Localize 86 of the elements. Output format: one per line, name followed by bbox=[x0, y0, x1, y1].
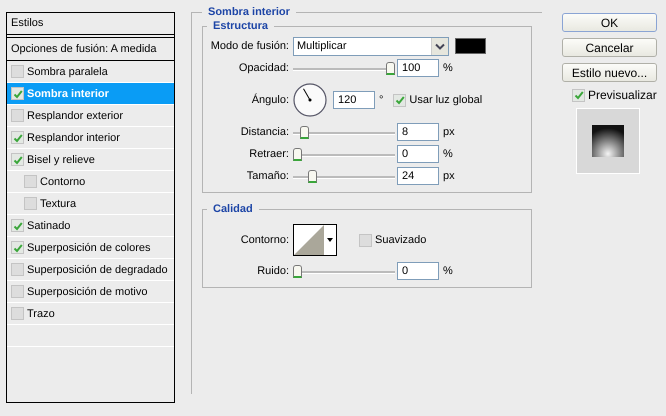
checkbox[interactable] bbox=[572, 88, 585, 102]
field-label: Ángulo: bbox=[250, 94, 290, 106]
slider[interactable] bbox=[293, 264, 395, 278]
checkbox[interactable] bbox=[393, 94, 406, 106]
caret-icon bbox=[326, 237, 334, 243]
style-label: Contorno bbox=[40, 176, 86, 188]
style-item[interactable]: Superposición de degradado bbox=[7, 259, 174, 281]
style-label: Bisel y relieve bbox=[27, 154, 95, 166]
checkbox-label: Previsualizar bbox=[588, 88, 657, 102]
field-label: Tamaño: bbox=[246, 170, 290, 182]
contour-curve-icon bbox=[294, 225, 324, 255]
unit-label: % bbox=[443, 265, 453, 277]
field-label: Modo de fusión: bbox=[210, 40, 290, 52]
checkbox[interactable] bbox=[11, 87, 24, 100]
slider[interactable] bbox=[293, 62, 395, 74]
checkbox[interactable] bbox=[11, 219, 24, 232]
field-label: Ruido: bbox=[256, 265, 290, 277]
checkbox[interactable] bbox=[359, 234, 372, 246]
style-item[interactable]: Contorno bbox=[7, 171, 174, 193]
style-label: Satinado bbox=[27, 220, 70, 232]
style-item[interactable]: Superposición de colores bbox=[7, 237, 174, 259]
checkbox[interactable] bbox=[24, 175, 37, 188]
section-title: Sombra interior bbox=[207, 6, 291, 18]
unit-label: ° bbox=[379, 94, 384, 106]
style-item[interactable]: Resplandor interior bbox=[7, 127, 174, 149]
checkbox[interactable] bbox=[11, 285, 24, 298]
input-field[interactable]: 120 bbox=[333, 91, 375, 109]
unit-label: % bbox=[443, 62, 453, 74]
checkbox[interactable] bbox=[11, 109, 24, 122]
slider[interactable] bbox=[293, 170, 395, 182]
color-swatch[interactable] bbox=[455, 38, 486, 54]
checkbox[interactable] bbox=[11, 153, 24, 166]
style-label: Superposición de colores bbox=[27, 242, 151, 254]
style-label: Sombra interior bbox=[27, 88, 109, 100]
checkbox-label: Suavizado bbox=[375, 234, 426, 246]
field-label: Contorno: bbox=[240, 234, 290, 246]
input-field[interactable]: 0 bbox=[397, 262, 439, 280]
style-item[interactable]: Satinado bbox=[7, 215, 174, 237]
slider[interactable] bbox=[293, 148, 395, 160]
unit-label: % bbox=[443, 148, 453, 160]
style-label: Superposición de motivo bbox=[27, 286, 148, 298]
style-label: Resplandor interior bbox=[27, 132, 120, 144]
input-field[interactable]: 100 bbox=[397, 59, 439, 77]
style-item[interactable]: Resplandor exterior bbox=[7, 105, 174, 127]
style-label: Textura bbox=[40, 198, 76, 210]
input-field[interactable]: 24 bbox=[397, 167, 439, 185]
checkbox[interactable] bbox=[11, 263, 24, 276]
angle-dial[interactable] bbox=[293, 83, 327, 117]
style-item[interactable]: Textura bbox=[7, 193, 174, 215]
blend-mode-dropdown[interactable]: Multiplicar bbox=[293, 36, 449, 56]
checkbox[interactable] bbox=[11, 307, 24, 320]
unit-label: px bbox=[443, 170, 455, 182]
checkbox[interactable] bbox=[24, 197, 37, 210]
field-label: Retraer: bbox=[248, 148, 290, 160]
slider[interactable] bbox=[293, 126, 395, 138]
style-item[interactable]: Trazo bbox=[7, 303, 174, 325]
dialog-button[interactable]: OK bbox=[562, 13, 657, 32]
style-label: Sombra paralela bbox=[27, 66, 108, 78]
unit-label: px bbox=[443, 126, 455, 138]
style-item[interactable]: Superposición de motivo bbox=[7, 281, 174, 303]
field-label: Distancia: bbox=[240, 126, 290, 138]
style-item[interactable]: Bisel y relieve bbox=[7, 149, 174, 171]
checkbox-label: Usar luz global bbox=[409, 94, 482, 106]
blend-options-item[interactable]: Opciones de fusión: A medida bbox=[7, 37, 174, 61]
chevron-icon bbox=[431, 38, 448, 54]
field-label: Opacidad: bbox=[238, 62, 290, 74]
slider-thumb[interactable] bbox=[308, 170, 317, 182]
style-label: Superposición de degradado bbox=[27, 264, 168, 276]
slider-thumb[interactable] bbox=[300, 126, 310, 138]
dialog-button[interactable]: Cancelar bbox=[562, 38, 657, 57]
preview-thumbnail bbox=[576, 108, 640, 174]
slider-thumb[interactable] bbox=[293, 148, 302, 160]
group-title: Calidad bbox=[212, 203, 254, 215]
checkbox[interactable] bbox=[11, 241, 24, 254]
style-label: Trazo bbox=[27, 308, 55, 320]
style-label: Resplandor exterior bbox=[27, 110, 123, 122]
checkbox[interactable] bbox=[11, 131, 24, 144]
dialog-button[interactable]: Estilo nuevo... bbox=[562, 63, 657, 82]
slider-thumb[interactable] bbox=[386, 62, 395, 74]
styles-header: Estilos bbox=[7, 13, 174, 35]
contour-picker[interactable] bbox=[293, 224, 337, 256]
checkbox[interactable] bbox=[11, 65, 24, 78]
input-field[interactable]: 0 bbox=[397, 145, 439, 163]
slider-thumb[interactable] bbox=[293, 264, 302, 278]
group-title: Estructura bbox=[212, 20, 270, 32]
input-field[interactable]: 8 bbox=[397, 123, 439, 141]
